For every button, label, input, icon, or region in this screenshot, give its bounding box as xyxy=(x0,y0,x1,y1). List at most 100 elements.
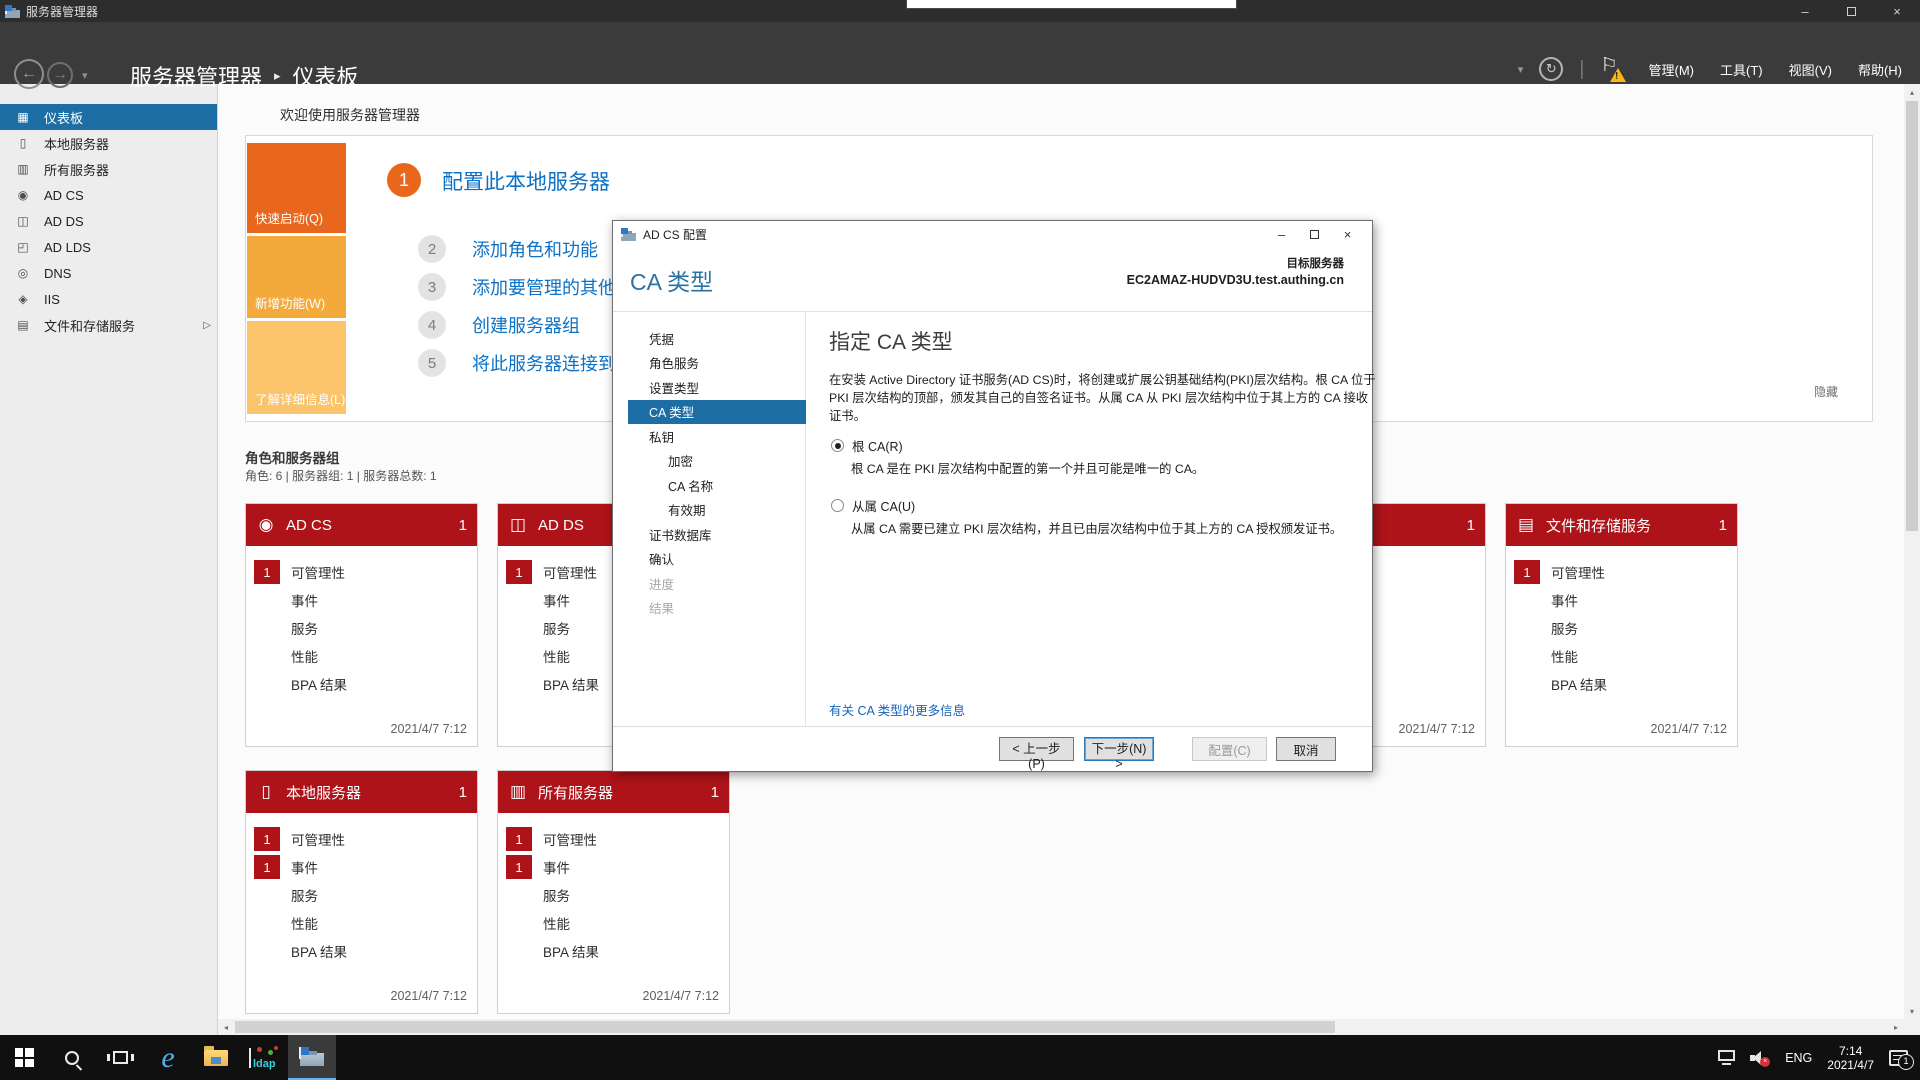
sidebar-item[interactable]: ◰ AD LDS xyxy=(0,234,217,260)
wizard-button[interactable]: 配置(C) xyxy=(1192,737,1267,761)
refresh-icon[interactable]: ↻ xyxy=(1539,57,1564,81)
wizard-step[interactable]: 进度 xyxy=(628,571,806,596)
sidebar-item[interactable]: ▯ 本地服务器 xyxy=(0,130,217,156)
breadcrumb-current[interactable]: 仪表板 xyxy=(293,60,359,92)
tile-row[interactable]: BPA 结果 xyxy=(246,670,477,698)
clock[interactable]: 7:14 2021/4/7 xyxy=(1827,1044,1874,1072)
tile-row[interactable]: 1 可管理性 xyxy=(246,825,477,853)
scroll-down-icon[interactable]: ▾ xyxy=(1904,1003,1920,1019)
chevron-down-icon[interactable]: ▾ xyxy=(1518,63,1524,76)
tile-row[interactable]: 性能 xyxy=(246,642,477,670)
wizard-step[interactable]: 角色服务 xyxy=(628,351,806,376)
scroll-right-icon[interactable]: ▸ xyxy=(1888,1019,1904,1035)
history-caret-icon[interactable]: ▾ xyxy=(82,69,88,82)
dialog-titlebar[interactable]: AD CS 配置 – × xyxy=(613,221,1372,247)
more-info-link[interactable]: 有关 CA 类型的更多信息 xyxy=(829,700,965,719)
tile-row[interactable]: 服务 xyxy=(246,881,477,909)
tile-row[interactable]: 服务 xyxy=(1506,614,1737,642)
task-view-button[interactable] xyxy=(96,1035,144,1080)
maximize-icon[interactable] xyxy=(1298,224,1331,244)
whats-new-block[interactable]: 新增功能(W) xyxy=(247,236,346,318)
tile-row[interactable]: 事件 xyxy=(246,586,477,614)
close-icon[interactable]: × xyxy=(1874,0,1920,22)
breadcrumb-root[interactable]: 服务器管理器 xyxy=(130,60,262,92)
network-icon[interactable] xyxy=(1718,1050,1736,1065)
wizard-step[interactable]: 结果 xyxy=(628,596,806,621)
wizard-step[interactable]: 有效期 xyxy=(628,498,806,523)
tile-row[interactable]: 性能 xyxy=(498,909,729,937)
notifications-flag-icon[interactable]: ⚐ xyxy=(1601,54,1627,84)
tile-row[interactable]: BPA 结果 xyxy=(246,937,477,965)
internet-explorer-button[interactable]: e xyxy=(144,1035,192,1080)
forward-arrow-icon[interactable]: → xyxy=(47,62,73,88)
wizard-step[interactable]: 加密 xyxy=(628,449,806,474)
tile-row[interactable]: 事件 xyxy=(1506,586,1737,614)
start-button[interactable] xyxy=(0,1035,48,1080)
close-icon[interactable]: × xyxy=(1331,224,1364,244)
tile-row[interactable]: 1 可管理性 xyxy=(246,558,477,586)
tile-row[interactable]: 性能 xyxy=(246,909,477,937)
radio-subordinate-ca[interactable]: 从属 CA(U) xyxy=(831,496,915,515)
sidebar-item[interactable]: ▥ 所有服务器 xyxy=(0,156,217,182)
welcome-step-link[interactable]: 创建服务器组 xyxy=(472,312,580,338)
menu-item[interactable]: 视图(V) xyxy=(1789,60,1832,79)
sidebar-item[interactable]: ◫ AD DS xyxy=(0,208,217,234)
ldap-app-button[interactable]: ldap xyxy=(240,1035,288,1080)
tile-row[interactable]: 性能 xyxy=(1506,642,1737,670)
language-indicator[interactable]: ENG xyxy=(1785,1051,1812,1065)
tile-row[interactable]: BPA 结果 xyxy=(498,937,729,965)
server-manager-button[interactable] xyxy=(288,1035,336,1080)
wizard-step[interactable]: CA 名称 xyxy=(628,473,806,498)
tile-header[interactable]: ▯ 本地服务器 1 xyxy=(246,771,477,813)
menu-item[interactable]: 帮助(H) xyxy=(1858,60,1902,79)
wizard-step[interactable]: 设置类型 xyxy=(628,375,806,400)
wizard-button[interactable]: 取消 xyxy=(1276,737,1336,761)
minimize-icon[interactable]: – xyxy=(1265,224,1298,244)
tile-header[interactable]: ▤ 文件和存储服务 1 xyxy=(1506,504,1737,546)
welcome-step-link[interactable]: 添加角色和功能 xyxy=(472,236,598,262)
action-center-icon[interactable]: 1 xyxy=(1889,1049,1914,1070)
wizard-step[interactable]: 凭据 xyxy=(628,326,806,351)
menu-item[interactable]: 工具(T) xyxy=(1720,60,1763,79)
configure-local-server-link[interactable]: 配置此本地服务器 xyxy=(442,166,610,196)
sidebar-item[interactable]: ◉ AD CS xyxy=(0,182,217,208)
welcome-step-link[interactable]: 添加要管理的其他 xyxy=(472,274,616,300)
tile-row[interactable]: 服务 xyxy=(246,614,477,642)
radio-icon[interactable] xyxy=(831,499,844,512)
wizard-step[interactable]: 证书数据库 xyxy=(628,522,806,547)
tile-row[interactable]: 服务 xyxy=(498,881,729,909)
volume-muted-icon[interactable]: × xyxy=(1750,1050,1771,1067)
sidebar-item[interactable]: ▤ 文件和存储服务 ▷ xyxy=(0,312,217,338)
radio-root-ca[interactable]: 根 CA(R) xyxy=(831,436,903,455)
wizard-step[interactable]: 确认 xyxy=(628,547,806,572)
radio-icon[interactable] xyxy=(831,439,844,452)
wizard-step[interactable]: CA 类型 xyxy=(628,399,806,424)
sidebar-item[interactable]: ▦ 仪表板 xyxy=(0,104,217,130)
tile-row[interactable]: 1 可管理性 xyxy=(498,825,729,853)
scroll-left-icon[interactable]: ◂ xyxy=(218,1019,234,1035)
back-arrow-icon[interactable]: ← xyxy=(14,59,44,89)
quick-start-block[interactable]: 快速启动(Q) xyxy=(247,143,346,233)
tile-row[interactable]: 1 可管理性 xyxy=(1506,558,1737,586)
horizontal-scroll-thumb[interactable] xyxy=(235,1021,1335,1033)
search-button[interactable] xyxy=(48,1035,96,1080)
minimize-icon[interactable]: – xyxy=(1782,0,1828,22)
sidebar-item[interactable]: ◈ IIS xyxy=(0,286,217,312)
welcome-step-link[interactable]: 将此服务器连接到 xyxy=(472,350,616,376)
tile-row[interactable]: 1 事件 xyxy=(498,853,729,881)
wizard-step[interactable]: 私钥 xyxy=(628,424,806,449)
learn-more-block[interactable]: 了解详细信息(L) xyxy=(247,321,346,414)
wizard-button[interactable]: < 上一步(P) xyxy=(999,737,1074,771)
vertical-scroll-thumb[interactable] xyxy=(1906,101,1918,531)
file-explorer-button[interactable] xyxy=(192,1035,240,1080)
hide-link[interactable]: 隐藏 xyxy=(1814,383,1838,400)
wizard-button[interactable]: 下一步(N) > xyxy=(1084,737,1154,771)
sidebar-item[interactable]: ◎ DNS xyxy=(0,260,217,286)
horizontal-scrollbar[interactable]: ◂ ▸ xyxy=(218,1019,1904,1035)
menu-item[interactable]: 管理(M) xyxy=(1649,60,1695,79)
tile-row[interactable]: BPA 结果 xyxy=(1506,670,1737,698)
maximize-icon[interactable] xyxy=(1828,0,1874,22)
expand-arrow-icon[interactable]: ▷ xyxy=(203,320,211,331)
scroll-up-icon[interactable]: ▴ xyxy=(1904,84,1920,100)
tile-header[interactable]: ▥ 所有服务器 1 xyxy=(498,771,729,813)
